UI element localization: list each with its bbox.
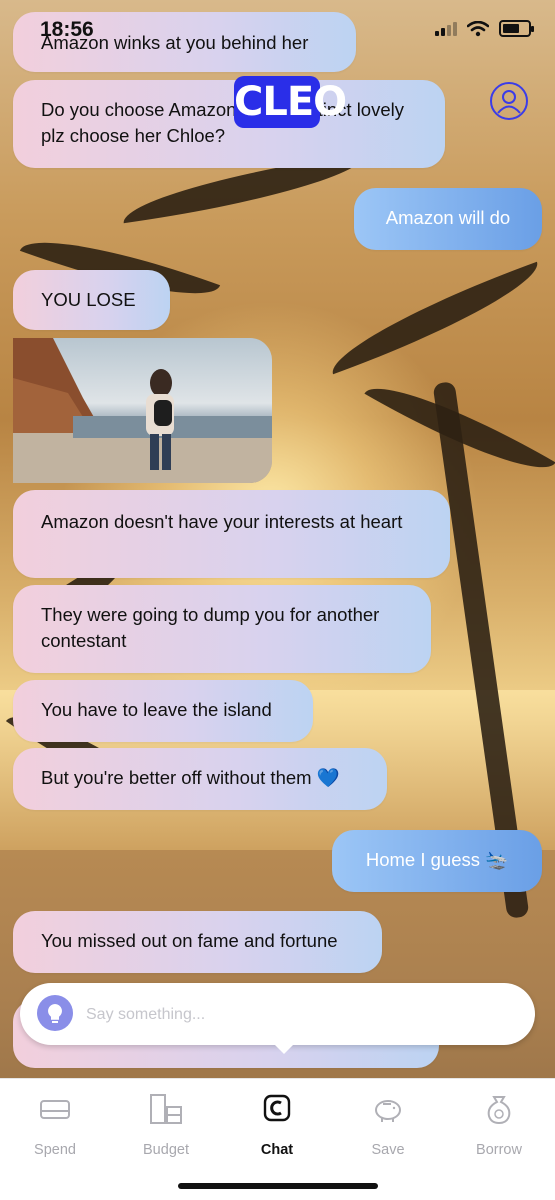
lightbulb-icon xyxy=(48,1004,62,1023)
home-indicator xyxy=(178,1183,378,1189)
message-input[interactable] xyxy=(84,999,508,1031)
nav-item-borrow[interactable]: Borrow xyxy=(449,1093,549,1158)
nav-item-spend[interactable]: Spend xyxy=(5,1093,105,1158)
nav-label: Budget xyxy=(143,1142,189,1158)
message-bubble: You have to leave the island xyxy=(13,680,313,742)
budget-icon xyxy=(150,1094,182,1124)
suggestions-button[interactable] xyxy=(37,995,73,1031)
message-composer xyxy=(20,983,535,1045)
message-photo xyxy=(13,338,272,483)
piggy-bank-icon xyxy=(375,1100,401,1122)
nav-item-chat[interactable]: Chat xyxy=(227,1093,327,1158)
card-icon xyxy=(40,1100,70,1119)
nav-item-save[interactable]: Save xyxy=(338,1093,438,1158)
bottom-nav: Spend Budget Chat Save Borrow xyxy=(0,1078,555,1200)
battery-icon xyxy=(499,20,534,37)
status-time: 18:56 xyxy=(40,18,94,41)
signal-icon xyxy=(435,21,457,36)
cleo-logo: CLEO xyxy=(234,76,347,128)
message-bubble: But you're better off without them 💙 xyxy=(13,748,387,810)
message-bubble: Do you choose Amazon or the distinct lov… xyxy=(13,80,445,168)
message-bubble-user: Amazon will do xyxy=(354,188,542,250)
beach-woman-image xyxy=(13,338,272,483)
nav-label: Chat xyxy=(260,1142,294,1158)
message-bubble: Amazon doesn't have your interests at he… xyxy=(13,490,450,578)
message-bubble: YOU LOSE xyxy=(13,270,170,330)
nav-item-budget[interactable]: Budget xyxy=(116,1093,216,1158)
profile-button[interactable] xyxy=(490,82,528,120)
money-bag-icon xyxy=(487,1096,511,1125)
wifi-icon xyxy=(467,20,489,36)
user-icon xyxy=(497,90,521,114)
composer-pointer xyxy=(270,1040,298,1054)
message-bubble: They were going to dump you for another … xyxy=(13,585,431,673)
nav-label: Borrow xyxy=(476,1142,522,1158)
chat-c-icon xyxy=(263,1094,291,1122)
status-icons xyxy=(435,20,534,37)
nav-label: Spend xyxy=(34,1142,76,1158)
message-bubble-user: Home I guess 🛬 xyxy=(332,830,542,892)
nav-label: Save xyxy=(371,1142,405,1158)
message-bubble: You missed out on fame and fortune xyxy=(13,911,382,973)
chat-screen: 18:56 Amazon winks at you behind her Do … xyxy=(0,0,555,1200)
